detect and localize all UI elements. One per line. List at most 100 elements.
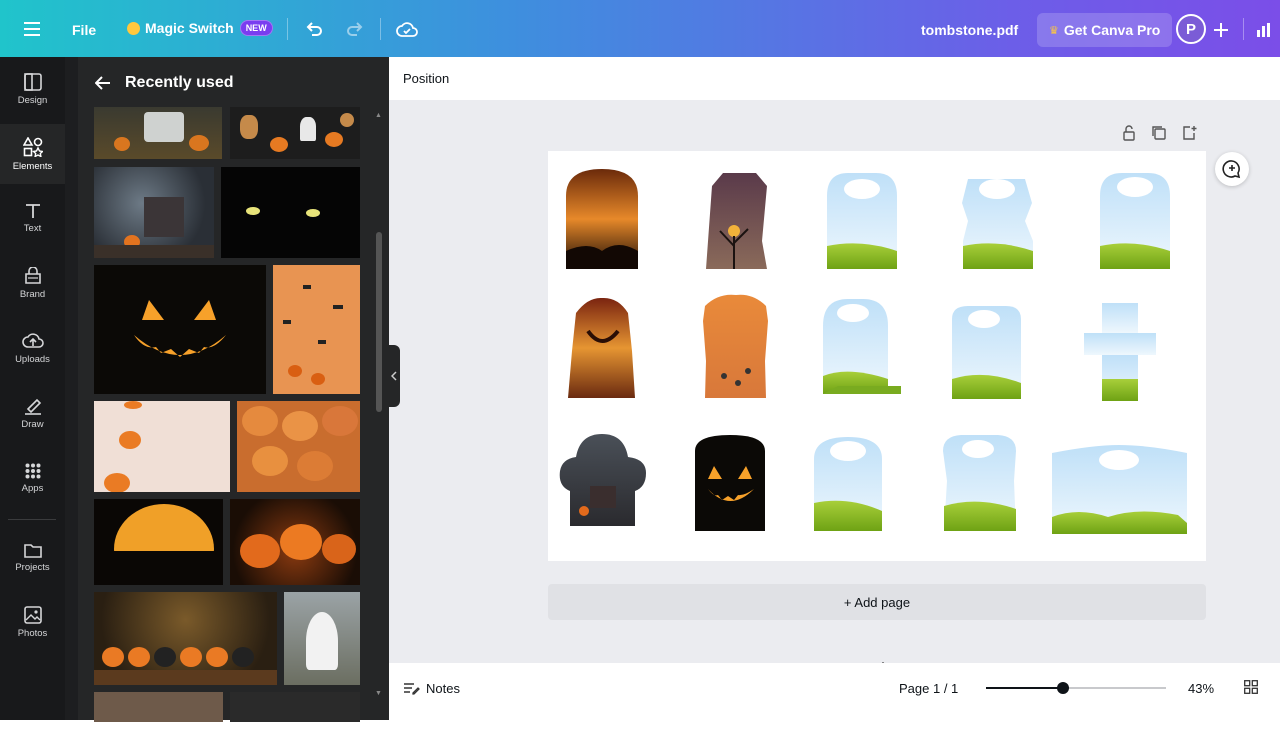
thumbnail-carved-pumpkins-glow[interactable] bbox=[230, 499, 360, 585]
rail-item-draw[interactable]: Draw bbox=[0, 383, 65, 443]
notes-label: Notes bbox=[426, 680, 460, 696]
tombstone-dusk-tree[interactable] bbox=[706, 173, 767, 269]
top-bar: File Magic Switch NEW tombstone.pdf ♛ Ge… bbox=[0, 0, 1280, 57]
tombstone-foggy-house[interactable] bbox=[559, 434, 646, 526]
insights-chart-icon[interactable] bbox=[1250, 16, 1278, 44]
tombstone-sky-cross-placeholder[interactable] bbox=[1084, 303, 1156, 401]
thumbnail-haunted-house-fog[interactable] bbox=[94, 167, 214, 258]
thumbnail-jack-o-lantern-dark[interactable] bbox=[94, 265, 266, 394]
thumbnail-ghost-sheet-field[interactable] bbox=[284, 592, 360, 685]
magic-switch-button[interactable]: Magic Switch NEW bbox=[127, 20, 273, 36]
new-badge: NEW bbox=[239, 20, 273, 36]
rail-label: Photos bbox=[17, 627, 48, 639]
apps-icon bbox=[25, 463, 40, 478]
editor-workspace: Position + Add page Notes Page 1 / 1 43% bbox=[389, 57, 1280, 720]
scroll-up-icon[interactable]: ▲ bbox=[375, 112, 382, 119]
rail-item-apps[interactable]: Apps bbox=[0, 448, 65, 508]
tombstone-carved-pumpkin[interactable] bbox=[568, 297, 635, 398]
rail-divider bbox=[8, 519, 56, 520]
position-button[interactable]: Position bbox=[403, 71, 449, 86]
get-pro-label: Get Canva Pro bbox=[1063, 22, 1161, 38]
document-title[interactable]: tombstone.pdf bbox=[921, 22, 1018, 38]
back-arrow-icon[interactable] bbox=[95, 76, 111, 90]
comment-plus-icon bbox=[1222, 160, 1241, 179]
tombstone-jack-o-lantern[interactable] bbox=[695, 435, 765, 531]
divider bbox=[287, 18, 288, 40]
rail-item-elements[interactable]: Elements bbox=[0, 124, 65, 184]
thumbnail-pumpkins-pink[interactable] bbox=[94, 401, 230, 492]
crown-icon: ♛ bbox=[1049, 24, 1059, 37]
rail-label: Uploads bbox=[15, 353, 50, 365]
add-comment-button[interactable] bbox=[1215, 152, 1249, 186]
rail-item-design[interactable]: Design bbox=[0, 59, 65, 119]
add-page-icon[interactable] bbox=[1181, 125, 1197, 146]
tombstone-sky-placeholder[interactable] bbox=[823, 299, 901, 394]
cloud-save-icon[interactable] bbox=[393, 16, 421, 44]
uploads-icon bbox=[21, 332, 44, 348]
menu-icon[interactable] bbox=[18, 15, 46, 43]
tombstone-sky-placeholder[interactable] bbox=[952, 306, 1021, 399]
thumbnail-pumpkin-pile[interactable] bbox=[237, 401, 360, 492]
tombstone-haunted-fire[interactable] bbox=[566, 169, 638, 269]
divider bbox=[1243, 18, 1244, 40]
rail-item-text[interactable]: Text bbox=[0, 188, 65, 248]
rail-label: Brand bbox=[19, 288, 46, 300]
thumbnail-halloween-ghost-porch[interactable] bbox=[94, 107, 222, 159]
photos-icon bbox=[23, 605, 42, 624]
draw-icon bbox=[24, 398, 41, 415]
rail-item-uploads[interactable]: Uploads bbox=[0, 318, 65, 378]
tombstone-sky-placeholder[interactable] bbox=[827, 173, 897, 269]
thumbnail-grid bbox=[94, 107, 360, 747]
rail-label: Draw bbox=[21, 418, 44, 430]
zoom-level[interactable]: 43% bbox=[1188, 681, 1214, 696]
add-page-button[interactable]: + Add page bbox=[548, 584, 1206, 620]
thumbnail-cookies-pumpkins[interactable] bbox=[230, 107, 360, 159]
design-icon bbox=[23, 72, 42, 91]
scroll-thumb[interactable] bbox=[376, 232, 382, 412]
notes-button[interactable]: Notes bbox=[402, 680, 460, 696]
tombstone-sky-placeholder[interactable] bbox=[962, 179, 1033, 269]
tombstone-sky-placeholder[interactable] bbox=[814, 437, 882, 531]
panel-scrollbar[interactable]: ▲ ▼ bbox=[374, 112, 384, 697]
rail-item-photos[interactable]: Photos bbox=[0, 592, 65, 652]
bottom-bar: Notes Page 1 / 1 43% bbox=[389, 663, 1280, 720]
design-page[interactable] bbox=[548, 151, 1206, 561]
thumbnail-orange-moon-silhouette[interactable] bbox=[94, 499, 223, 585]
lock-icon[interactable] bbox=[1121, 125, 1137, 146]
rail-label: Apps bbox=[21, 482, 44, 494]
collapse-panel-handle[interactable] bbox=[388, 345, 400, 407]
tombstone-sky-wide-placeholder[interactable] bbox=[1052, 445, 1187, 534]
rail-label: Elements bbox=[12, 160, 53, 172]
thumbnail-partial[interactable] bbox=[94, 692, 223, 722]
grid-view-icon[interactable] bbox=[1244, 680, 1258, 694]
thumbnail-partial[interactable] bbox=[230, 692, 360, 722]
page-indicator[interactable]: Page 1 / 1 bbox=[899, 681, 958, 696]
redo-icon[interactable] bbox=[341, 16, 369, 44]
magic-switch-label: Magic Switch bbox=[145, 20, 234, 36]
undo-icon[interactable] bbox=[300, 16, 328, 44]
avatar[interactable]: P bbox=[1176, 14, 1206, 44]
rail-item-projects[interactable]: Projects bbox=[0, 527, 65, 587]
tombstone-orange-bats[interactable] bbox=[703, 294, 768, 398]
tombstone-sky-placeholder[interactable] bbox=[1100, 173, 1170, 269]
thumbnail-cat-eyes[interactable] bbox=[221, 167, 360, 258]
zoom-slider[interactable] bbox=[986, 682, 1166, 694]
panel-strip bbox=[65, 57, 78, 720]
thumbnail-bats-orange[interactable] bbox=[273, 265, 360, 394]
notes-icon bbox=[404, 683, 420, 695]
crown-icon bbox=[127, 21, 140, 35]
brand-icon bbox=[24, 266, 41, 284]
scroll-down-icon[interactable]: ▼ bbox=[375, 690, 382, 697]
divider bbox=[380, 18, 381, 40]
thumbnail-pumpkin-row-bokeh[interactable] bbox=[94, 592, 277, 685]
side-rail: Design Elements Text Brand Uploads Draw … bbox=[0, 57, 65, 720]
add-collaborator-icon[interactable] bbox=[1207, 16, 1235, 44]
get-canva-pro-button[interactable]: ♛ Get Canva Pro bbox=[1037, 13, 1173, 47]
rail-item-brand[interactable]: Brand bbox=[0, 253, 65, 313]
folder-icon bbox=[23, 543, 42, 558]
duplicate-page-icon[interactable] bbox=[1151, 125, 1167, 146]
file-menu[interactable]: File bbox=[72, 22, 96, 38]
zoom-slider-knob[interactable] bbox=[1057, 682, 1069, 694]
tombstone-sky-placeholder[interactable] bbox=[943, 435, 1016, 531]
rail-label: Design bbox=[17, 94, 48, 106]
